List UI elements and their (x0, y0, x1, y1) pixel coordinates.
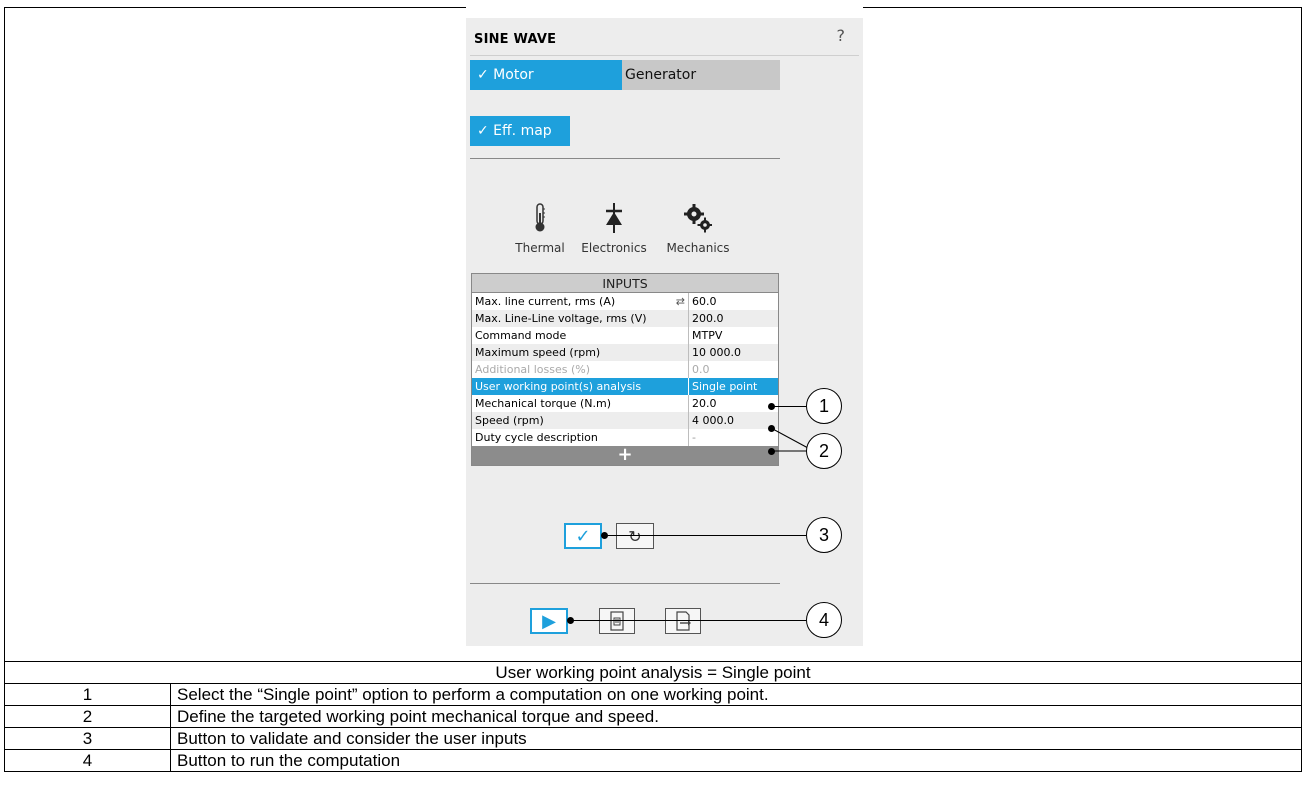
electronics-label: Electronics (581, 241, 647, 255)
swap-icon[interactable]: ⇄ (676, 293, 685, 310)
input-value[interactable]: 200.0 (689, 310, 778, 327)
sine-wave-panel: SINE WAVE ? ✓ Motor Generator ✓ Eff. map… (466, 18, 863, 646)
import-document-icon (610, 611, 624, 631)
frame-gap (466, 6, 863, 9)
input-row-maximum-speed[interactable]: Maximum speed (rpm) 10 000.0 (472, 344, 778, 361)
input-label: Additional losses (%) (472, 361, 689, 378)
tab-generator[interactable]: Generator (622, 60, 780, 90)
legend-text: Define the targeted working point mechan… (170, 705, 1302, 728)
mechanics-button[interactable]: Mechanics (657, 201, 739, 255)
legend-text: Select the “Single point” option to perf… (170, 683, 1302, 706)
diode-icon (571, 201, 657, 235)
callout-3: 3 (806, 517, 842, 553)
input-row-duty-cycle[interactable]: Duty cycle description - (472, 429, 778, 446)
help-icon[interactable]: ? (837, 26, 846, 45)
gears-icon (657, 201, 739, 235)
input-value[interactable]: 10 000.0 (689, 344, 778, 361)
legend-title: User working point analysis = Single poi… (4, 661, 1302, 684)
input-row-command-mode[interactable]: Command mode MTPV (472, 327, 778, 344)
thermal-button[interactable]: Thermal (511, 201, 569, 255)
export-document-icon (676, 611, 691, 631)
legend-table: User working point analysis = Single poi… (4, 661, 1302, 772)
export-button[interactable] (665, 608, 701, 634)
input-value[interactable]: MTPV (689, 327, 778, 344)
input-label: Command mode (472, 327, 689, 344)
legend-row: 1 Select the “Single point” option to pe… (4, 683, 1302, 706)
input-label: User working point(s) analysis (472, 378, 689, 395)
input-value[interactable]: 60.0 (689, 293, 778, 310)
eff-map-button[interactable]: ✓ Eff. map (470, 116, 570, 146)
input-label: Mechanical torque (N.m) (472, 395, 689, 412)
add-row-button[interactable]: + (472, 446, 778, 465)
legend-number: 3 (4, 727, 171, 750)
input-row-working-point-analysis[interactable]: User working point(s) analysis Single po… (472, 378, 778, 395)
legend-text: Button to validate and consider the user… (170, 727, 1302, 750)
inputs-header: INPUTS (472, 274, 778, 293)
mechanics-label: Mechanics (666, 241, 730, 255)
callout-4: 4 (806, 602, 842, 638)
input-value[interactable]: - (689, 429, 778, 446)
callout-1-leader (771, 406, 806, 407)
title-divider (470, 55, 859, 56)
inputs-table: INPUTS Max. line current, rms (A) ⇄ 60.0 … (471, 273, 779, 466)
divider (470, 583, 780, 584)
callout-2: 2 (806, 433, 842, 469)
input-label: Duty cycle description (472, 429, 689, 446)
legend-number: 1 (4, 683, 171, 706)
input-label: Speed (rpm) (472, 412, 689, 429)
input-row-max-voltage[interactable]: Max. Line-Line voltage, rms (V) 200.0 (472, 310, 778, 327)
reset-button[interactable]: ↻ (616, 523, 654, 549)
input-value[interactable]: 20.0 (689, 395, 778, 412)
divider (470, 158, 780, 159)
input-label: Maximum speed (rpm) (472, 344, 689, 361)
thermal-label: Thermal (515, 241, 565, 255)
panel-title: SINE WAVE (474, 32, 557, 47)
callout-3-leader (604, 535, 806, 536)
input-value[interactable]: Single point (689, 378, 778, 395)
thermometer-icon (511, 201, 569, 235)
electronics-button[interactable]: Electronics (571, 201, 657, 255)
legend-text: Button to run the computation (170, 749, 1302, 772)
input-label: Max. Line-Line voltage, rms (V) (472, 310, 689, 327)
check-icon: ✓ (575, 525, 591, 547)
legend-number: 2 (4, 705, 171, 728)
validate-button[interactable]: ✓ (564, 523, 602, 549)
input-row-mechanical-torque[interactable]: Mechanical torque (N.m) 20.0 (472, 395, 778, 412)
play-icon: ▶ (542, 610, 556, 632)
input-row-additional-losses: Additional losses (%) 0.0 (472, 361, 778, 378)
input-row-speed[interactable]: Speed (rpm) 4 000.0 (472, 412, 778, 429)
legend-number: 4 (4, 749, 171, 772)
input-label: Max. line current, rms (A) (475, 295, 616, 308)
reset-icon: ↻ (628, 526, 642, 546)
input-row-max-line-current[interactable]: Max. line current, rms (A) ⇄ 60.0 (472, 293, 778, 310)
callout-1: 1 (806, 388, 842, 424)
callout-4-leader (570, 620, 806, 621)
legend-row: 2 Define the targeted working point mech… (4, 705, 1302, 728)
input-value: 0.0 (692, 363, 710, 376)
tab-motor[interactable]: ✓ Motor (470, 60, 622, 90)
callout-2-leaders (771, 427, 809, 452)
legend-row: 3 Button to validate and consider the us… (4, 727, 1302, 750)
import-button[interactable] (599, 608, 635, 634)
legend-row: 4 Button to run the computation (4, 749, 1302, 772)
run-button[interactable]: ▶ (530, 608, 568, 634)
input-value[interactable]: 4 000.0 (689, 412, 778, 429)
